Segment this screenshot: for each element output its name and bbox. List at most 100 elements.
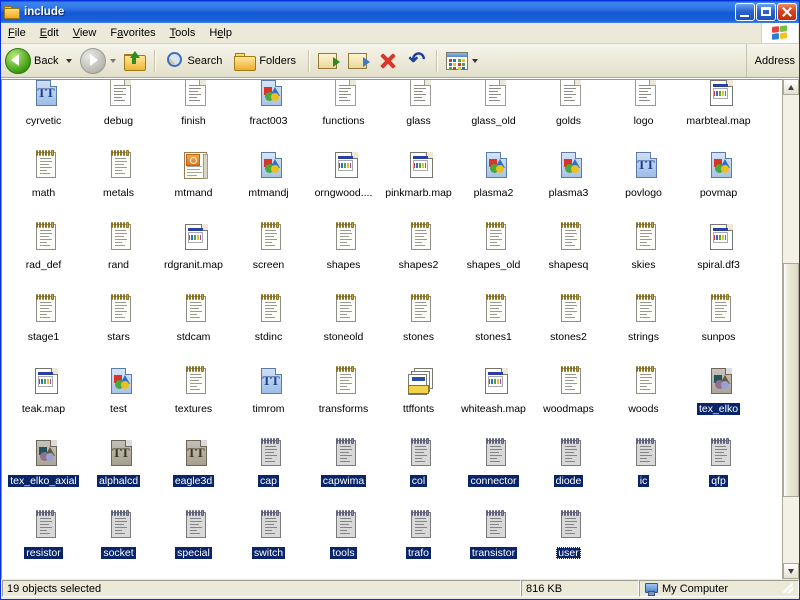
file-item[interactable]: rand bbox=[81, 218, 156, 290]
file-item[interactable]: teak.map bbox=[6, 362, 81, 434]
minimize-button[interactable] bbox=[735, 3, 755, 21]
file-item[interactable]: metals bbox=[81, 146, 156, 218]
file-item[interactable]: tools bbox=[306, 506, 381, 578]
file-item[interactable]: capwima bbox=[306, 434, 381, 506]
title-bar[interactable]: include bbox=[1, 1, 799, 23]
close-button[interactable] bbox=[777, 3, 797, 21]
file-item[interactable]: special bbox=[156, 506, 231, 578]
file-item[interactable]: mtmand bbox=[156, 146, 231, 218]
file-item[interactable]: finish bbox=[156, 80, 231, 146]
file-item[interactable]: shapes bbox=[306, 218, 381, 290]
menu-edit[interactable]: Edit bbox=[33, 25, 66, 41]
file-item[interactable]: whiteash.map bbox=[456, 362, 531, 434]
forward-button[interactable] bbox=[76, 47, 120, 75]
file-item[interactable]: ic bbox=[606, 434, 681, 506]
file-item[interactable]: shapes2 bbox=[381, 218, 456, 290]
file-item[interactable]: woodmaps bbox=[531, 362, 606, 434]
file-item[interactable]: TT alphalcd bbox=[81, 434, 156, 506]
vertical-scrollbar[interactable] bbox=[782, 79, 799, 579]
file-item[interactable]: stones bbox=[381, 290, 456, 362]
file-item[interactable]: strings bbox=[606, 290, 681, 362]
maximize-button[interactable] bbox=[756, 3, 776, 21]
file-item[interactable]: TT cyrvetic bbox=[6, 80, 81, 146]
file-item[interactable]: pinkmarb.map bbox=[381, 146, 456, 218]
file-item[interactable]: sunpos bbox=[681, 290, 756, 362]
back-button[interactable]: Back bbox=[1, 47, 76, 75]
file-item[interactable]: transistor bbox=[456, 506, 531, 578]
scroll-down-button[interactable] bbox=[783, 563, 799, 579]
delete-button[interactable] bbox=[374, 47, 402, 75]
undo-button[interactable]: ↶ bbox=[402, 47, 432, 75]
file-item[interactable]: povmap bbox=[681, 146, 756, 218]
search-button[interactable]: Search bbox=[160, 47, 230, 75]
file-item[interactable]: stdcam bbox=[156, 290, 231, 362]
file-item[interactable]: textures bbox=[156, 362, 231, 434]
file-item[interactable]: fract003 bbox=[231, 80, 306, 146]
file-item[interactable]: functions bbox=[306, 80, 381, 146]
file-item[interactable]: user bbox=[531, 506, 606, 578]
file-item[interactable]: TT eagle3d bbox=[156, 434, 231, 506]
file-item[interactable]: plasma3 bbox=[531, 146, 606, 218]
file-item[interactable]: stones1 bbox=[456, 290, 531, 362]
forward-dropdown-caret-icon[interactable] bbox=[110, 58, 117, 63]
menu-file[interactable]: File bbox=[1, 25, 33, 41]
file-item[interactable]: stoneold bbox=[306, 290, 381, 362]
file-item[interactable]: golds bbox=[531, 80, 606, 146]
menu-view[interactable]: View bbox=[66, 25, 104, 41]
file-item[interactable]: trafo bbox=[381, 506, 456, 578]
file-item[interactable]: plasma2 bbox=[456, 146, 531, 218]
file-item[interactable]: rad_def bbox=[6, 218, 81, 290]
menu-tools[interactable]: Tools bbox=[163, 25, 203, 41]
file-item[interactable]: TT timrom bbox=[231, 362, 306, 434]
file-item[interactable]: rdgranit.map bbox=[156, 218, 231, 290]
file-item[interactable]: spiral.df3 bbox=[681, 218, 756, 290]
file-item[interactable]: connector bbox=[456, 434, 531, 506]
move-to-button[interactable] bbox=[314, 47, 344, 75]
file-item[interactable]: glass_old bbox=[456, 80, 531, 146]
file-item[interactable]: resistor bbox=[6, 506, 81, 578]
file-item[interactable]: shapes_old bbox=[456, 218, 531, 290]
file-item[interactable]: transforms bbox=[306, 362, 381, 434]
file-item[interactable]: glass bbox=[381, 80, 456, 146]
views-dropdown-caret-icon[interactable] bbox=[472, 58, 479, 63]
file-list-pane[interactable]: TT cyrvetic debug finish fract003 functions gl… bbox=[1, 79, 782, 579]
file-item[interactable]: debug bbox=[81, 80, 156, 146]
file-item[interactable]: TT povlogo bbox=[606, 146, 681, 218]
copy-to-button[interactable] bbox=[344, 47, 374, 75]
folders-button[interactable]: Folders bbox=[230, 47, 304, 75]
file-item[interactable]: socket bbox=[81, 506, 156, 578]
file-item[interactable]: switch bbox=[231, 506, 306, 578]
back-dropdown-caret-icon[interactable] bbox=[66, 58, 73, 63]
menu-favorites[interactable]: Favorites bbox=[103, 25, 162, 41]
file-item[interactable]: tex_elko_axial bbox=[6, 434, 81, 506]
file-item[interactable]: diode bbox=[531, 434, 606, 506]
file-item[interactable]: tex_elko bbox=[681, 362, 756, 434]
views-button[interactable] bbox=[442, 47, 482, 75]
file-item[interactable]: stdinc bbox=[231, 290, 306, 362]
scrollbar-thumb[interactable] bbox=[783, 263, 799, 498]
file-item[interactable]: woods bbox=[606, 362, 681, 434]
resize-grip[interactable] bbox=[779, 583, 794, 594]
up-one-level-button[interactable] bbox=[120, 47, 150, 75]
file-item[interactable]: mtmandj bbox=[231, 146, 306, 218]
file-item[interactable]: skies bbox=[606, 218, 681, 290]
file-item[interactable]: math bbox=[6, 146, 81, 218]
file-item[interactable]: qfp bbox=[681, 434, 756, 506]
menu-help[interactable]: Help bbox=[202, 25, 239, 41]
file-item[interactable]: screen bbox=[231, 218, 306, 290]
file-item[interactable]: ttffonts bbox=[381, 362, 456, 434]
file-item[interactable]: stones2 bbox=[531, 290, 606, 362]
scroll-up-button[interactable] bbox=[783, 79, 799, 95]
file-item[interactable]: cap bbox=[231, 434, 306, 506]
file-item[interactable]: marbteal.map bbox=[681, 80, 756, 146]
file-item[interactable]: col bbox=[381, 434, 456, 506]
file-item[interactable]: logo bbox=[606, 80, 681, 146]
presentation-file-icon bbox=[183, 152, 208, 179]
notepad-file-icon bbox=[335, 366, 356, 394]
file-item[interactable]: orngwood.... bbox=[306, 146, 381, 218]
file-item[interactable]: stars bbox=[81, 290, 156, 362]
file-item[interactable]: stage1 bbox=[6, 290, 81, 362]
file-item[interactable]: test bbox=[81, 362, 156, 434]
file-item[interactable]: shapesq bbox=[531, 218, 606, 290]
scrollbar-track[interactable] bbox=[783, 95, 799, 563]
